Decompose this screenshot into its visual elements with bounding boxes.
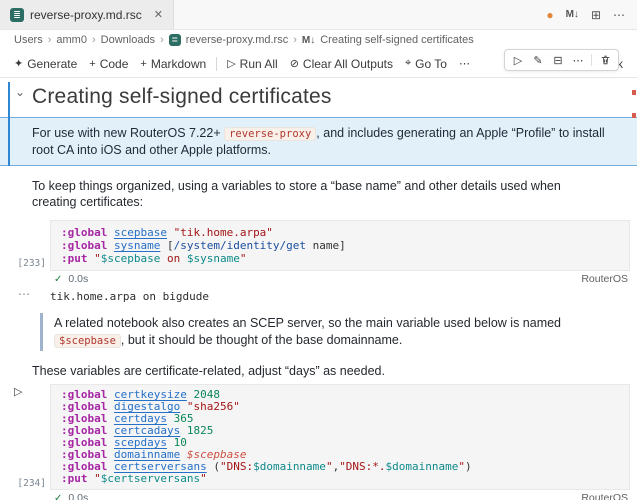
- add-code-label: Code: [100, 57, 129, 71]
- split-editor-icon[interactable]: ⊞: [591, 8, 601, 22]
- intro-callout: For use with new RouterOS 7.22+ reverse-…: [0, 117, 637, 166]
- more-actions-icon[interactable]: ⋯: [613, 8, 625, 22]
- go-to-label: Go To: [415, 57, 447, 71]
- clear-all-outputs-button[interactable]: ⊘ Clear All Outputs: [284, 54, 399, 74]
- cell-toolbar-divider: [591, 54, 592, 66]
- success-check-icon: ✓: [54, 274, 62, 285]
- breadcrumb-separator: ›: [92, 34, 96, 46]
- rsc-file-icon: ≣: [169, 34, 181, 46]
- cell-status-bar-1: ✓ 0.0s RouterOS: [50, 271, 630, 286]
- breadcrumb-separator: ›: [293, 34, 297, 46]
- overview-ruler-mark: [632, 113, 636, 118]
- jupyter-icon[interactable]: ●: [546, 8, 553, 22]
- cell-status-bar-2: ✓ 0.0s RouterOS: [50, 490, 630, 500]
- run-all-icon: ▷: [227, 57, 235, 70]
- generate-label: Generate: [27, 57, 77, 71]
- code-cell-1: [233] :global scepbase "tik.home.arpa":g…: [50, 220, 630, 286]
- output-text-1: tik.home.arpa on bigdude: [50, 290, 209, 303]
- breadcrumb-file[interactable]: reverse-proxy.md.rsc: [186, 34, 288, 46]
- editor-tab[interactable]: ≣ reverse-proxy.md.rsc ✕: [0, 0, 174, 29]
- toolbar-divider: [216, 57, 217, 71]
- breadcrumb-downloads[interactable]: Downloads: [101, 34, 155, 46]
- generate-button[interactable]: ✦ Generate: [8, 54, 83, 74]
- code-editor-1[interactable]: :global scepbase "tik.home.arpa":global …: [50, 220, 630, 271]
- breadcrumb: Users › amm0 › Downloads › ≣ reverse-pro…: [0, 30, 637, 50]
- output-menu-icon[interactable]: ⋯: [18, 288, 31, 301]
- run-cell-icon[interactable]: ▷: [14, 385, 22, 398]
- cell-toolbar: ▷ ✎ ⊟ ⋯: [504, 49, 619, 71]
- breadcrumb-separator: ›: [160, 34, 164, 46]
- execution-count-2: [234]: [2, 478, 46, 489]
- goto-icon: ⌖: [405, 57, 411, 70]
- breadcrumb-section[interactable]: Creating self-signed certificates: [320, 34, 473, 46]
- markdown-paragraph-1: To keep things organized, using a variab…: [32, 178, 607, 210]
- markdown-icon: M↓: [302, 35, 315, 46]
- tab-close-icon[interactable]: ✕: [154, 8, 163, 21]
- add-markdown-cell-button[interactable]: + Markdown: [134, 54, 212, 74]
- markdown-preview-icon[interactable]: M↓: [566, 9, 579, 20]
- markdown-blockquote: A related notebook also creates an SCEP …: [40, 313, 601, 351]
- execution-time-1: 0.0s: [68, 273, 88, 285]
- markdown-paragraph-2: These variables are certificate-related,…: [32, 363, 607, 379]
- clear-outputs-icon: ⊘: [290, 57, 299, 70]
- run-cell-icon[interactable]: ▷: [509, 52, 527, 68]
- success-check-icon: ✓: [54, 493, 62, 500]
- overview-ruler-mark: [632, 90, 636, 95]
- add-code-cell-button[interactable]: + Code: [83, 54, 134, 74]
- vscode-window: ≣ reverse-proxy.md.rsc ✕ ● M↓ ⊞ ⋯ Users …: [0, 0, 637, 500]
- edit-cell-icon[interactable]: ✎: [529, 52, 547, 68]
- plus-icon: +: [89, 58, 95, 70]
- run-all-button[interactable]: ▷ Run All: [221, 54, 284, 74]
- tab-title: reverse-proxy.md.rsc: [30, 8, 142, 22]
- editor-actions: ● M↓ ⊞ ⋯: [546, 0, 637, 29]
- notebook-content: ⌄ Creating self-signed certificates For …: [0, 78, 637, 500]
- go-to-button[interactable]: ⌖ Go To: [399, 54, 453, 74]
- execution-time-2: 0.0s: [68, 492, 88, 500]
- cell-language-picker-1[interactable]: RouterOS: [581, 273, 628, 285]
- breadcrumb-amm0[interactable]: amm0: [56, 34, 87, 46]
- run-all-label: Run All: [240, 57, 278, 71]
- sparkle-icon: ✦: [14, 57, 23, 70]
- markdown-cell-intro[interactable]: ⌄ Creating self-signed certificates For …: [0, 78, 637, 166]
- chevron-down-icon[interactable]: ⌄: [15, 85, 25, 99]
- code-cell-2: ▷ [234] :global certkeysize 2048:global …: [50, 384, 630, 500]
- rsc-file-icon: ≣: [10, 8, 24, 22]
- delete-cell-icon[interactable]: [596, 52, 614, 68]
- execution-count-1: [233]: [2, 258, 46, 269]
- plus-icon: +: [140, 58, 146, 70]
- cell-output-1: ⋯ tik.home.arpa on bigdude: [50, 290, 630, 303]
- ellipsis-icon: ⋯: [459, 57, 470, 70]
- code-editor-2[interactable]: :global certkeysize 2048:global digestal…: [50, 384, 630, 490]
- breadcrumb-separator: ›: [48, 34, 52, 46]
- page-title: Creating self-signed certificates: [32, 84, 637, 109]
- clear-all-label: Clear All Outputs: [303, 57, 393, 71]
- cell-more-icon[interactable]: ⋯: [569, 52, 587, 68]
- editor-tab-bar: ≣ reverse-proxy.md.rsc ✕ ● M↓ ⊞ ⋯: [0, 0, 637, 30]
- breadcrumb-users[interactable]: Users: [14, 34, 43, 46]
- split-cell-icon[interactable]: ⊟: [549, 52, 567, 68]
- add-markdown-label: Markdown: [151, 57, 206, 71]
- cell-language-picker-2[interactable]: RouterOS: [581, 492, 628, 500]
- toolbar-more-button[interactable]: ⋯: [453, 54, 476, 73]
